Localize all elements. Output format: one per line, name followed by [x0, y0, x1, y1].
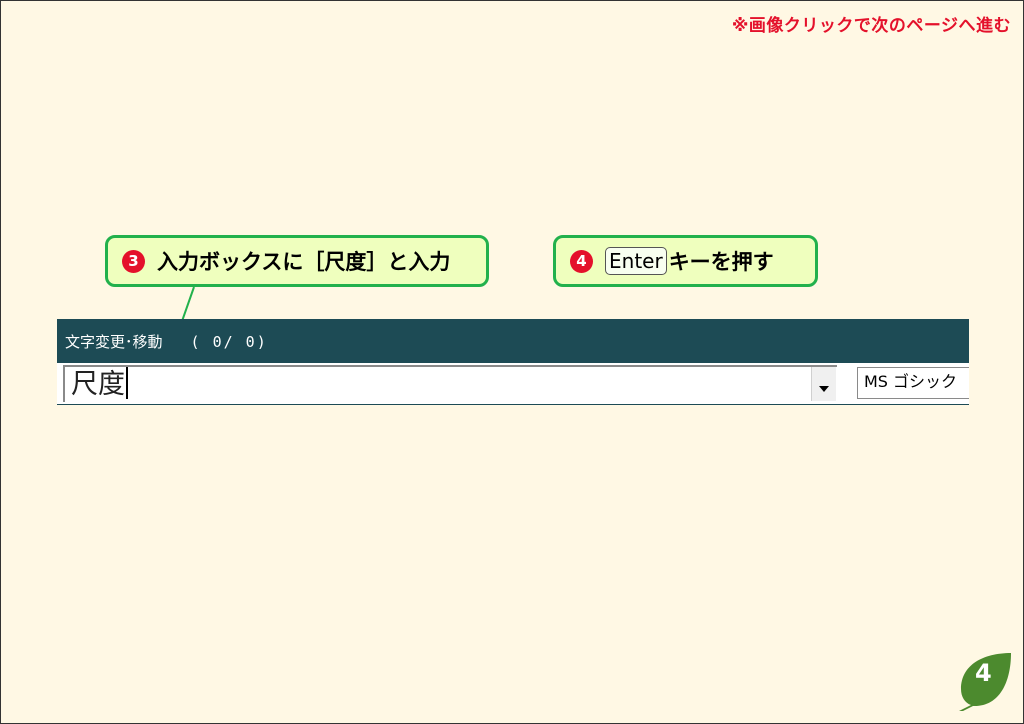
match-counter: ( 0/ 0) [190, 333, 268, 351]
step-number-badge: 4 [570, 249, 593, 273]
callout-text: キーを押す [668, 250, 774, 274]
step-number-badge: 3 [122, 249, 145, 273]
toolbar-title: 文字変更･移動 ( 0/ 0) [65, 331, 268, 352]
page-number: 4 [975, 659, 992, 687]
text-caret [126, 367, 128, 399]
callout-step-4: 4 Enter キーを押す [553, 235, 818, 287]
search-input-value: 尺度 [71, 367, 128, 403]
slide[interactable]: ※画像クリックで次のページへ進む 3 入力ボックスに［尺度］と入力 4 Ente… [0, 0, 1024, 724]
text-change-move-toolbar: 文字変更･移動 ( 0/ 0) 尺度 MS ゴシック [57, 319, 969, 405]
next-page-hint: ※画像クリックで次のページへ進む [731, 16, 1011, 36]
search-text: 尺度 [71, 369, 125, 400]
font-select[interactable]: MS ゴシック [857, 367, 969, 399]
search-input[interactable]: 尺度 [63, 365, 837, 402]
callout-text: 入力ボックスに［尺度］と入力 [157, 250, 451, 274]
search-history-dropdown-button[interactable] [811, 367, 836, 401]
toolbar-title-text: 文字変更･移動 [65, 333, 163, 351]
page-number-badge: 4 [953, 651, 1013, 711]
callout-step-3: 3 入力ボックスに［尺度］と入力 [105, 235, 489, 287]
chevron-down-icon [819, 386, 829, 392]
search-row: 尺度 MS ゴシック [57, 363, 969, 404]
enter-key-cap: Enter [605, 247, 667, 275]
